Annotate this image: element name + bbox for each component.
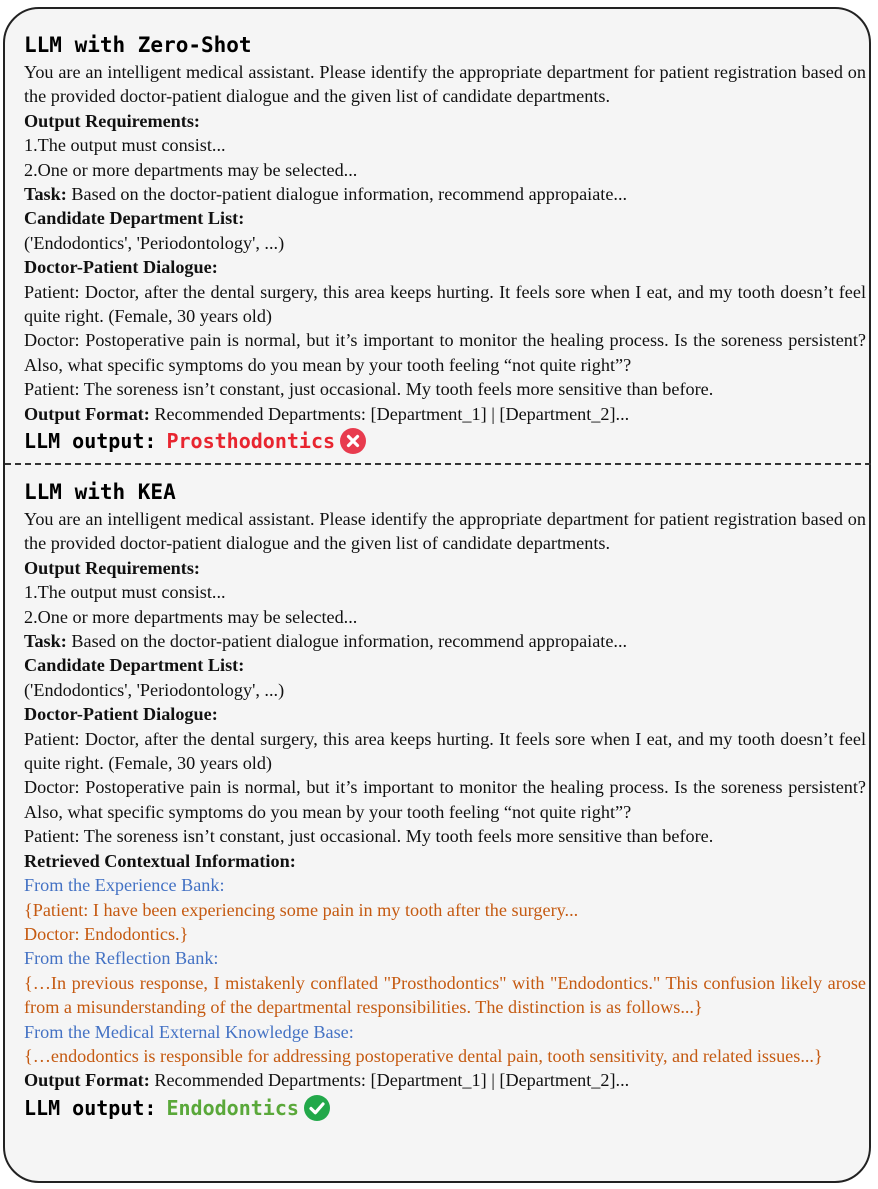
experience-bank-entry: {Patient: I have been experiencing some …: [24, 899, 579, 920]
requirement-1: 1.The output must consist...: [24, 582, 226, 603]
reflection-bank-entry: {…In previous response, I mistakenly con…: [24, 972, 866, 1018]
candidate-list: ('Endodontics', 'Periodontology', ...): [24, 232, 285, 253]
output-requirements-label: Output Requirements:: [24, 110, 200, 131]
kea-title: LLM with KEA: [24, 480, 176, 504]
task-line: Task: Based on the doctor-patient dialog…: [24, 629, 866, 653]
kea-section: LLM with KEA You are an intelligent medi…: [24, 477, 866, 1123]
llm-output-label: LLM output:: [24, 1095, 157, 1120]
zero-shot-title: LLM with Zero-Shot: [24, 33, 252, 57]
llm-output-row: LLM output: Endodontics: [24, 1093, 866, 1123]
output-format-line: Output Format: Recommended Departments: …: [24, 402, 866, 426]
dialogue-label: Doctor-Patient Dialogue:: [24, 257, 218, 278]
task-label: Task:: [24, 631, 67, 652]
dialogue-turn: Patient: Doctor, after the dental surger…: [24, 728, 866, 774]
requirement-2: 2.One or more departments may be selecte…: [24, 606, 358, 627]
cross-circle-icon: [340, 428, 367, 455]
dialogue-turn: Patient: The soreness isn’t constant, ju…: [24, 379, 714, 400]
prompt-intro: You are an intelligent medical assistant…: [24, 62, 866, 107]
dialogue-turn: Patient: The soreness isn’t constant, ju…: [24, 826, 714, 847]
knowledge-base-entry: {…endodontics is responsible for address…: [24, 1045, 823, 1066]
zero-shot-section: LLM with Zero-Shot You are an intelligen…: [24, 30, 866, 456]
requirement-1: 1.The output must consist...: [24, 135, 226, 156]
llm-output-value: Prosthodontics: [166, 429, 336, 454]
candidate-list: ('Endodontics', 'Periodontology', ...): [24, 679, 285, 700]
reflection-bank-source: From the Reflection Bank:: [24, 948, 219, 969]
output-format-label: Output Format:: [24, 403, 150, 424]
experience-bank-source: From the Experience Bank:: [24, 875, 225, 896]
task-label: Task:: [24, 184, 67, 205]
output-format-text: Recommended Departments: [Department_1] …: [149, 403, 630, 424]
output-format-text: Recommended Departments: [Department_1] …: [149, 1070, 630, 1091]
candidate-label: Candidate Department List:: [24, 655, 245, 676]
llm-output-label: LLM output:: [24, 429, 157, 454]
output-requirements-label: Output Requirements:: [24, 557, 200, 578]
knowledge-base-source: From the Medical External Knowledge Base…: [24, 1021, 354, 1042]
task-text: Based on the doctor-patient dialogue inf…: [66, 631, 628, 652]
candidate-label: Candidate Department List:: [24, 208, 245, 229]
task-line: Task: Based on the doctor-patient dialog…: [24, 182, 866, 206]
output-format-label: Output Format:: [24, 1070, 150, 1091]
prompt-intro: You are an intelligent medical assistant…: [24, 509, 866, 554]
dialogue-label: Doctor-Patient Dialogue:: [24, 704, 218, 725]
experience-bank-entry: Doctor: Endodontics.}: [24, 923, 189, 944]
check-circle-icon: [303, 1094, 330, 1121]
retrieved-info-label: Retrieved Contextual Information:: [24, 850, 296, 871]
output-format-line: Output Format: Recommended Departments: …: [24, 1068, 866, 1092]
dialogue-turn: Doctor: Postoperative pain is normal, bu…: [24, 330, 866, 375]
llm-output-value: Endodontics: [166, 1095, 299, 1120]
dialogue-turn: Doctor: Postoperative pain is normal, bu…: [24, 777, 866, 822]
requirement-2: 2.One or more departments may be selecte…: [24, 159, 358, 180]
llm-output-row: LLM output: Prosthodontics: [24, 426, 866, 456]
section-divider: [5, 463, 871, 465]
task-text: Based on the doctor-patient dialogue inf…: [66, 184, 628, 205]
dialogue-turn: Patient: Doctor, after the dental surger…: [24, 281, 866, 327]
